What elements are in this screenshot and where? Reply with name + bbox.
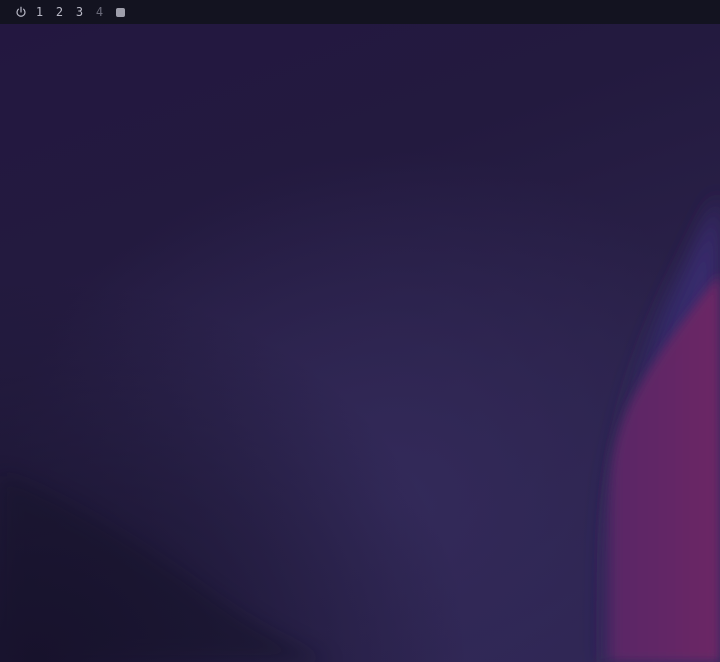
top-panel: 1 2 3 4 [0, 0, 720, 24]
workspace-list: 1 2 3 4 [35, 0, 125, 24]
filled-square-icon[interactable] [116, 7, 125, 17]
workspace-3-button[interactable]: 3 [75, 0, 84, 24]
desktop-screen: 1 2 3 4 [0, 0, 720, 662]
power-icon[interactable] [13, 4, 29, 20]
desktop-wallpaper [0, 24, 720, 662]
workspace-1-button[interactable]: 1 [35, 0, 44, 24]
power-icon-glyph [16, 6, 26, 17]
workspace-4-button[interactable]: 4 [95, 0, 104, 24]
workspace-2-button[interactable]: 2 [55, 0, 64, 24]
wallpaper-art [0, 24, 720, 662]
